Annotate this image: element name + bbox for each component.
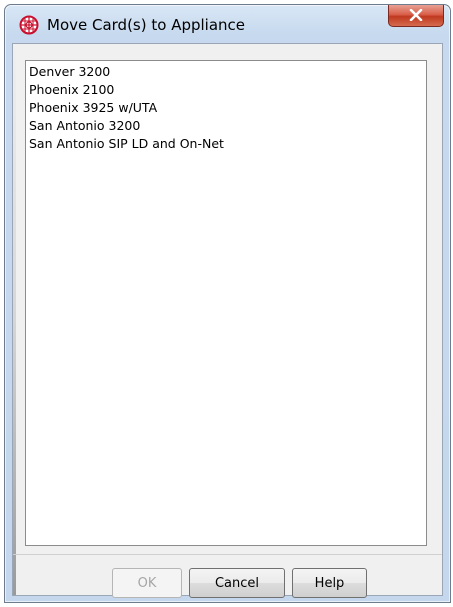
dialog-window: Move Card(s) to Appliance Denver 3200 Ph… bbox=[4, 4, 451, 603]
window-edge bbox=[13, 44, 16, 595]
dialog-body: Denver 3200 Phoenix 2100 Phoenix 3925 w/… bbox=[12, 43, 443, 598]
list-item[interactable]: San Antonio SIP LD and On-Net bbox=[28, 135, 426, 153]
list-item[interactable]: San Antonio 3200 bbox=[28, 117, 426, 135]
button-bar: OK Cancel Help bbox=[13, 554, 442, 598]
help-button[interactable]: Help bbox=[292, 568, 367, 598]
close-x-icon bbox=[409, 6, 423, 25]
list-item[interactable]: Phoenix 2100 bbox=[28, 81, 426, 99]
close-button[interactable] bbox=[388, 5, 444, 27]
globe-grid-icon bbox=[19, 15, 39, 35]
ok-button[interactable]: OK bbox=[112, 568, 182, 598]
list-item[interactable]: Denver 3200 bbox=[28, 63, 426, 81]
window-title: Move Card(s) to Appliance bbox=[47, 16, 246, 34]
title-bar[interactable]: Move Card(s) to Appliance bbox=[5, 5, 450, 43]
appliance-list[interactable]: Denver 3200 Phoenix 2100 Phoenix 3925 w/… bbox=[25, 60, 427, 546]
cancel-button[interactable]: Cancel bbox=[189, 568, 285, 598]
list-item[interactable]: Phoenix 3925 w/UTA bbox=[28, 99, 426, 117]
